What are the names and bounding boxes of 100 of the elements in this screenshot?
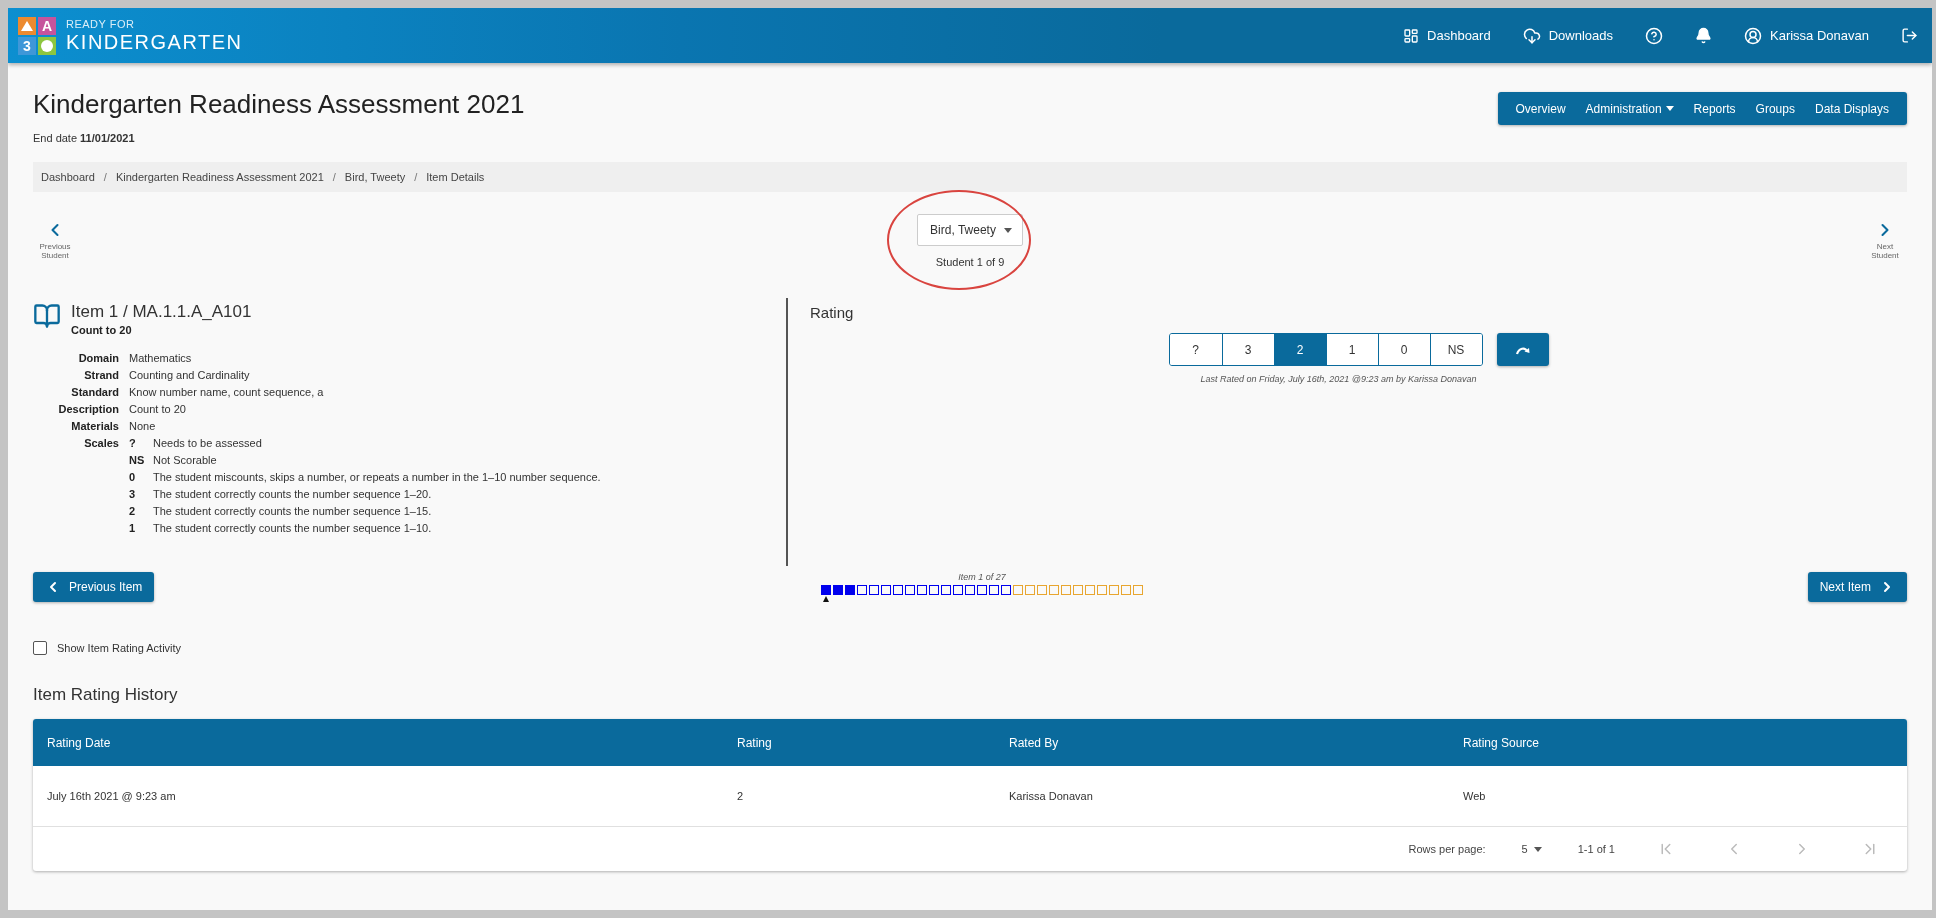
scale-code: ?	[129, 437, 137, 449]
header-icon-button[interactable]	[1645, 26, 1663, 45]
rating-option[interactable]: 1	[1325, 334, 1378, 365]
rating-option[interactable]: ?	[1169, 334, 1222, 365]
item-counter: Item 1 of 27	[958, 572, 1006, 582]
logo-tagline: READY FOR	[66, 19, 136, 30]
item-progress-square[interactable]	[977, 585, 987, 595]
table-cell: Web	[1449, 766, 1907, 827]
scale-code: 2	[129, 505, 137, 517]
item-subtitle: Count to 20	[71, 324, 133, 336]
rating-option[interactable]: 2	[1273, 334, 1326, 365]
header-icon-button[interactable]	[1695, 27, 1712, 44]
item-progress-square[interactable]	[869, 585, 879, 595]
header-icon-button[interactable]	[1901, 27, 1918, 44]
section-title: Item Rating History	[33, 685, 179, 705]
table-cell: Karissa Donavan	[995, 766, 1449, 827]
scale-description: The student correctly counts the number sequence 1–15.	[153, 505, 433, 517]
field-value: None	[129, 420, 157, 432]
cloud-download-icon	[1522, 26, 1541, 45]
logo-name: KINDERGARTEN	[66, 32, 243, 52]
item-progress-square[interactable]	[941, 585, 951, 595]
user-icon	[1744, 26, 1762, 45]
logo-tile-letter: 3	[18, 36, 36, 55]
breadcrumb-separator: /	[102, 171, 108, 183]
field-value: Know number name, count sequence, a	[129, 386, 325, 398]
scale-description: The student miscounts, skips a number, or repeats a number in the 1–10 number sequence.	[153, 471, 602, 483]
rating-option[interactable]: 3	[1221, 334, 1274, 365]
scale-code: NS	[129, 454, 146, 466]
item-progress-square[interactable]	[929, 585, 939, 595]
header-nav-link[interactable]: Dashboard	[1403, 27, 1491, 44]
scale-code: 1	[129, 522, 137, 534]
next-student-link[interactable]: Next Student	[1863, 220, 1907, 260]
breadcrumb-link[interactable]: Kindergarten Readiness Assessment 2021	[115, 171, 324, 183]
table-cell: July 16th 2021 @ 9:23 am	[33, 766, 723, 827]
item-progress-square[interactable]	[881, 585, 891, 595]
book-icon	[33, 302, 61, 330]
logout-icon	[1901, 27, 1918, 44]
end-date: End date 11/01/2021	[33, 132, 136, 144]
scale-description: The student correctly counts the number sequence 1–10.	[153, 522, 433, 534]
bell-icon	[1695, 27, 1712, 44]
field-label: Domain	[77, 352, 119, 364]
item-progress-square[interactable]	[857, 585, 867, 595]
student-select[interactable]: Bird, Tweety	[917, 214, 1023, 246]
next-item-button[interactable]: Next Item	[1807, 572, 1907, 602]
rows-per-page-select[interactable]: 5	[1515, 842, 1548, 856]
last-rated-note: Last Rated on Friday, July 16th, 2021 @9:23 am by Karissa Donavan	[1199, 374, 1478, 384]
field-label: Description	[57, 403, 119, 415]
column-header: Rating Source	[1449, 719, 1907, 766]
scale-code: 0	[129, 471, 137, 483]
item-progress-square[interactable]	[965, 585, 975, 595]
redo-button[interactable]	[1496, 333, 1549, 366]
field-label: Strand	[83, 369, 119, 381]
header-nav-link[interactable]: Karissa Donavan	[1744, 26, 1869, 45]
previous-student-link[interactable]: Previous Student	[33, 220, 77, 260]
column-header: Rating	[723, 719, 995, 766]
item-progress-square[interactable]	[905, 585, 915, 595]
field-value: Mathematics	[129, 352, 193, 364]
caret-icon	[1665, 106, 1674, 111]
field-label: Standard	[70, 386, 119, 398]
menu-item[interactable]: Data Displays	[1804, 101, 1899, 116]
breadcrumb-separator: /	[331, 171, 337, 183]
scale-code: 3	[129, 488, 137, 500]
page-title: Kindergarten Readiness Assessment 2021	[33, 89, 525, 120]
field-value: Counting and Cardinality	[129, 369, 251, 381]
menu-item[interactable]: Administration	[1575, 101, 1684, 116]
checkbox[interactable]	[33, 641, 47, 655]
field-value: Count to 20	[129, 403, 187, 415]
breadcrumb-link[interactable]: Item Details	[426, 171, 485, 183]
caret-icon	[1003, 227, 1012, 233]
item-title: Item 1 / MA.1.1.A_A101	[71, 302, 252, 322]
page-range: 1-1 of 1	[1577, 843, 1615, 855]
previous-item-button[interactable]: Previous Item	[33, 572, 155, 602]
scale-description: Not Scorable	[153, 454, 218, 466]
column-header: Rating Date	[33, 719, 723, 766]
rating-option[interactable]: NS	[1429, 334, 1482, 365]
menu-item[interactable]: Reports	[1683, 101, 1746, 116]
rows-per-page-label: Rows per page:	[1408, 843, 1486, 855]
item-progress-square[interactable]	[989, 585, 999, 595]
logo-tile-letter: A	[38, 16, 56, 35]
scale-description: Needs to be assessed	[153, 437, 263, 449]
checkbox-label: Show Item Rating Activity	[57, 642, 182, 654]
item-progress-square[interactable]	[1001, 585, 1011, 595]
menu-item[interactable]: Groups	[1745, 101, 1805, 116]
curved-arrow-icon	[1514, 344, 1531, 355]
breadcrumb-link[interactable]: Bird, Tweety	[344, 171, 406, 183]
breadcrumb-link[interactable]: Dashboard	[41, 171, 95, 183]
table-cell: 2	[723, 766, 995, 827]
field-label: Scales	[83, 437, 119, 451]
breadcrumb-separator: /	[413, 171, 419, 183]
scale-description: The student correctly counts the number sequence 1–20.	[153, 488, 433, 500]
rating-option[interactable]: 0	[1377, 334, 1430, 365]
item-progress-square[interactable]	[953, 585, 963, 595]
student-counter: Student 1 of 9	[935, 256, 1005, 268]
caret-icon	[1533, 846, 1542, 852]
header-nav-link[interactable]: Downloads	[1522, 26, 1613, 45]
item-progress-square[interactable]	[893, 585, 903, 595]
item-progress-square[interactable]	[917, 585, 927, 595]
field-label: Materials	[70, 420, 119, 432]
column-header: Rated By	[995, 719, 1449, 766]
menu-item[interactable]: Overview	[1505, 101, 1576, 116]
